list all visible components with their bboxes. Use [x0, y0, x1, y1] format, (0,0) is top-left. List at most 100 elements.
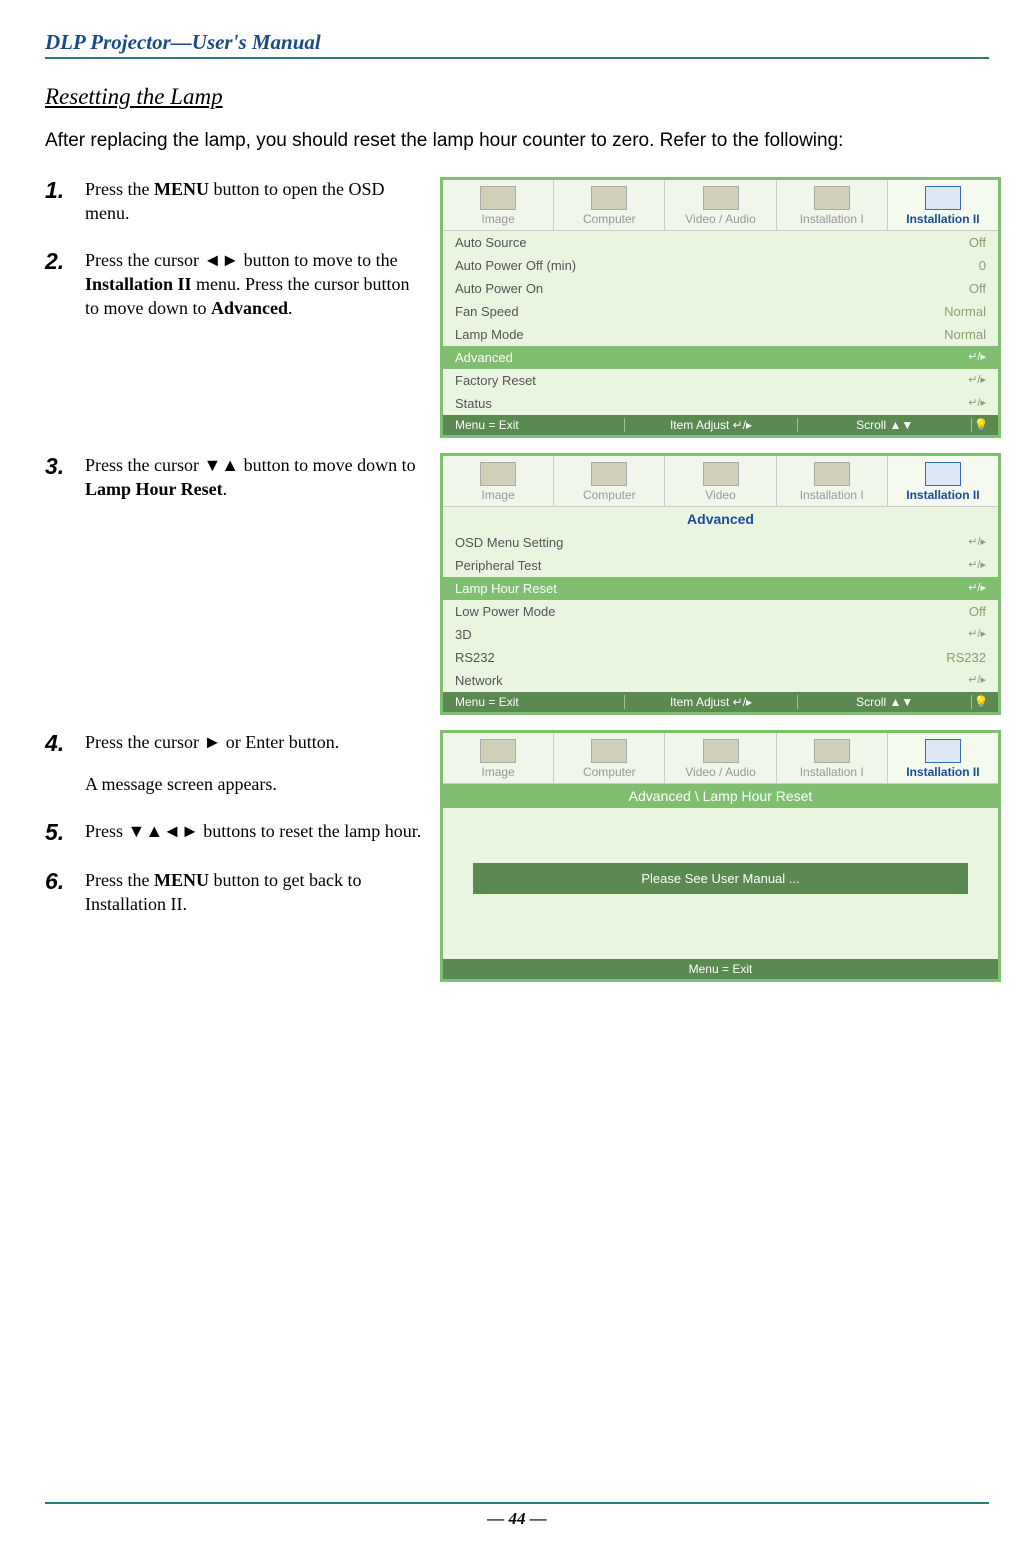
- osd-menu-item: Peripheral Test↵/▸: [443, 554, 998, 577]
- breadcrumb: Advanced \ Lamp Hour Reset: [443, 784, 998, 808]
- tab-icon: [925, 739, 961, 763]
- page-header: DLP Projector—User's Manual: [45, 30, 989, 59]
- page-footer: — 44 —: [45, 1502, 989, 1529]
- tab-label: Video / Audio: [685, 765, 756, 779]
- tab-label: Installation I: [800, 212, 864, 226]
- osd-tab: Image: [443, 733, 554, 783]
- item-value: RS232: [946, 650, 986, 665]
- osd-menu-item: OSD Menu Setting ↵/▸: [443, 531, 998, 554]
- osd-menu-item: Advanced↵/▸: [443, 346, 998, 369]
- tab-label: Image: [481, 765, 514, 779]
- item-label: Low Power Mode: [455, 604, 555, 619]
- osd-screenshot-3: Image Computer Video / Audio Installation I…: [440, 730, 1001, 982]
- osd-statusbar: Menu = ExitItem Adjust ↵/▸Scroll ▲▼💡: [443, 415, 998, 435]
- osd-tabs: Image Computer Video Installation I Installa…: [443, 456, 998, 507]
- item-value: Off: [969, 235, 986, 250]
- osd-tab: Image: [443, 180, 554, 230]
- tab-label: Installation II: [906, 765, 979, 779]
- step-number: 4.: [45, 730, 85, 757]
- tab-icon: [925, 462, 961, 486]
- item-label: Auto Power Off (min): [455, 258, 576, 273]
- step-text: Press the MENU button to get back to Ins…: [85, 868, 425, 917]
- osd-tab: Computer: [554, 456, 665, 506]
- tab-label: Installation II: [906, 488, 979, 502]
- step-number: 5.: [45, 819, 85, 846]
- osd-tab: Installation II: [888, 456, 998, 506]
- osd-menu-item: Auto Power Off (min)0: [443, 254, 998, 277]
- osd-tabs: Image Computer Video / Audio Installation I…: [443, 733, 998, 784]
- step-number: 1.: [45, 177, 85, 204]
- item-value: ↵/▸: [968, 396, 986, 411]
- osd-menu-item: Auto Power OnOff: [443, 277, 998, 300]
- item-label: Lamp Mode: [455, 327, 524, 342]
- osd-menu-item: Lamp ModeNormal: [443, 323, 998, 346]
- status-scroll: Scroll ▲▼: [797, 418, 971, 432]
- tab-icon: [703, 739, 739, 763]
- item-value: Off: [969, 604, 986, 619]
- tab-icon: [925, 186, 961, 210]
- item-label: Advanced: [455, 350, 513, 365]
- osd-menu-item: Status ↵/▸: [443, 392, 998, 415]
- status-exit: Menu = Exit: [451, 695, 624, 709]
- tab-label: Computer: [583, 765, 636, 779]
- tab-icon: [591, 462, 627, 486]
- step-number: 2.: [45, 248, 85, 275]
- item-label: Network: [455, 673, 503, 688]
- tab-label: Image: [481, 488, 514, 502]
- bulb-icon: 💡: [971, 695, 990, 709]
- osd-menu-item: Factory Reset↵/▸: [443, 369, 998, 392]
- step-number: 6.: [45, 868, 85, 895]
- osd-menu-item: RS232 RS232: [443, 646, 998, 669]
- osd-statusbar: Menu = ExitItem Adjust ↵/▸Scroll ▲▼💡: [443, 692, 998, 712]
- status-exit: Menu = Exit: [443, 959, 998, 979]
- osd-screenshot-1: ImageComputerVideo / AudioInstallation I…: [440, 177, 1001, 438]
- status-exit: Menu = Exit: [451, 418, 624, 432]
- osd-tab: Installation I: [777, 180, 888, 230]
- osd-tab: Video: [665, 456, 776, 506]
- tab-icon: [814, 462, 850, 486]
- item-value: ↵/▸: [968, 558, 986, 573]
- osd-menu-item: Auto SourceOff: [443, 231, 998, 254]
- step-text: Press ▼▲◄► buttons to reset the lamp hou…: [85, 819, 421, 843]
- osd-tabs: ImageComputerVideo / AudioInstallation I…: [443, 180, 998, 231]
- tab-label: Computer: [583, 212, 636, 226]
- step-6: 6. Press the MENU button to get back to …: [45, 868, 425, 917]
- osd-tab: Image: [443, 456, 554, 506]
- osd-screenshot-2: Image Computer Video Installation I Installa…: [440, 453, 1001, 715]
- item-label: RS232: [455, 650, 495, 665]
- item-value: Off: [969, 281, 986, 296]
- osd-menu-item: Low Power Mode Off: [443, 600, 998, 623]
- status-scroll: Scroll ▲▼: [797, 695, 971, 709]
- item-value: ↵/▸: [968, 673, 986, 688]
- step-1: 1. Press the MENU button to open the OSD…: [45, 177, 425, 226]
- row-3: 4. Press the cursor ► or Enter button. A…: [45, 730, 989, 982]
- tab-icon: [814, 186, 850, 210]
- osd-tab: Video / Audio: [665, 733, 776, 783]
- item-label: 3D: [455, 627, 472, 642]
- tab-icon: [703, 186, 739, 210]
- osd-menu-item: 3D↵/▸: [443, 623, 998, 646]
- osd-tab: Installation II: [888, 733, 998, 783]
- item-value: ↵/▸: [968, 581, 986, 596]
- osd-tab: Installation II: [888, 180, 998, 230]
- submenu-title: Advanced: [443, 507, 998, 531]
- tab-label: Installation II: [906, 212, 979, 226]
- item-value: Normal: [944, 304, 986, 319]
- item-label: OSD Menu Setting: [455, 535, 563, 550]
- item-label: Status: [455, 396, 492, 411]
- step-text: Press the cursor ▼▲ button to move down …: [85, 453, 425, 502]
- status-adjust: Item Adjust ↵/▸: [624, 418, 798, 432]
- osd-tab: Computer: [554, 180, 665, 230]
- item-label: Fan Speed: [455, 304, 519, 319]
- tab-label: Video: [705, 488, 735, 502]
- intro-text: After replacing the lamp, you should res…: [45, 130, 989, 152]
- tab-icon: [480, 462, 516, 486]
- step-5: 5. Press ▼▲◄► buttons to reset the lamp …: [45, 819, 425, 846]
- tab-icon: [480, 186, 516, 210]
- item-value: ↵/▸: [968, 535, 986, 550]
- tab-icon: [480, 739, 516, 763]
- osd-tab: Installation I: [777, 456, 888, 506]
- section-title: Resetting the Lamp: [45, 84, 989, 110]
- tab-label: Image: [481, 212, 514, 226]
- step-4: 4. Press the cursor ► or Enter button. A…: [45, 730, 425, 797]
